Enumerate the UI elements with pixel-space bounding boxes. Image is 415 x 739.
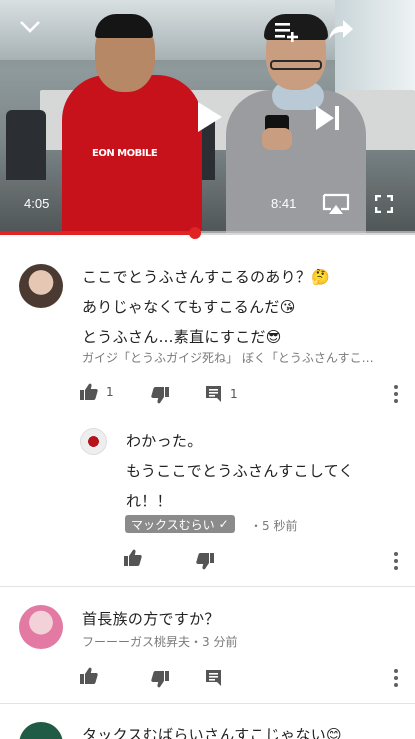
channel-owner-badge[interactable]: マックスむらい ✓ [125, 515, 235, 533]
reply-like-button[interactable] [124, 549, 142, 566]
progress-fill [0, 231, 196, 235]
next-video-icon[interactable] [314, 104, 342, 132]
like-button[interactable]: 1 [80, 383, 114, 400]
reply-more-options-icon[interactable] [394, 552, 398, 573]
reply-text-line: れ！！ [126, 492, 172, 510]
commenter-avatar[interactable] [19, 722, 63, 739]
comment-text-line: 首長族の方ですか？ [82, 610, 220, 628]
person-right-glasses [270, 60, 322, 70]
reply-text-line: もうここでとうふさんすこしてく [126, 462, 354, 480]
dislike-button[interactable] [151, 671, 169, 688]
reply-text-line: わかった。 [126, 432, 203, 450]
video-background-chair [6, 110, 46, 190]
dislike-button[interactable] [151, 387, 169, 404]
commenter-avatar[interactable] [19, 264, 63, 308]
share-icon[interactable] [327, 18, 355, 42]
more-options-icon[interactable] [394, 669, 398, 690]
person-right-hand [262, 128, 292, 150]
thumbs-up-icon [80, 667, 98, 684]
thumbs-down-icon [196, 553, 214, 570]
fullscreen-icon[interactable] [375, 195, 393, 213]
cast-icon[interactable] [322, 193, 350, 215]
add-to-playlist-icon[interactable] [274, 20, 300, 42]
comment-text-line: とうふさん…素直にすこだ😎 [82, 328, 282, 346]
reply-comment-icon [206, 670, 221, 686]
comment-text-line: ありじゃなくてもすこるんだ😘 [82, 298, 296, 316]
like-button[interactable] [80, 667, 98, 684]
thumbs-down-icon [151, 387, 169, 404]
more-options-icon[interactable] [394, 385, 398, 406]
current-time: 4:05 [24, 196, 50, 211]
reply-button[interactable] [205, 669, 222, 686]
reply-button[interactable]: 1 [205, 385, 238, 402]
commenter-avatar[interactable] [19, 605, 63, 649]
play-icon[interactable] [196, 100, 224, 134]
video-player[interactable]: EON MOBILE 4:05 8:41 [0, 0, 415, 233]
comment-text-line: タックスむばらいさんすこじゃない😊 [82, 726, 342, 739]
thumbs-down-icon [151, 671, 169, 688]
progress-scrubber-handle[interactable] [189, 227, 202, 239]
thumbs-up-icon [80, 383, 98, 400]
comment-divider [0, 703, 415, 704]
reply-dislike-button[interactable] [196, 553, 214, 570]
reply-count: 1 [230, 386, 238, 401]
minimize-chevron-icon[interactable] [19, 20, 41, 34]
like-count: 1 [106, 384, 114, 399]
reply-timestamp: ・5 秒前 [250, 519, 298, 533]
comment-author-meta: フーーーガス桃昇夫・3 分前 [82, 635, 238, 649]
comment-text-line: ここでとうふさんすこるのあり？🤔 [82, 268, 331, 286]
comment-author-meta: ガイジ「とうふガイジ死ね」 ぼく「とうふさんすこ… [82, 351, 374, 365]
reply-author-avatar[interactable] [80, 428, 107, 455]
comment-divider [0, 586, 415, 587]
video-duration: 8:41 [271, 196, 297, 211]
badge-author-name: マックスむらい [131, 517, 215, 532]
thumbs-up-icon [124, 549, 142, 566]
verified-check-icon: ✓ [218, 517, 229, 531]
person-left-shirt-text: EON MOBILE [92, 148, 158, 159]
person-left-cap [95, 14, 153, 38]
reply-comment-icon [206, 386, 221, 402]
